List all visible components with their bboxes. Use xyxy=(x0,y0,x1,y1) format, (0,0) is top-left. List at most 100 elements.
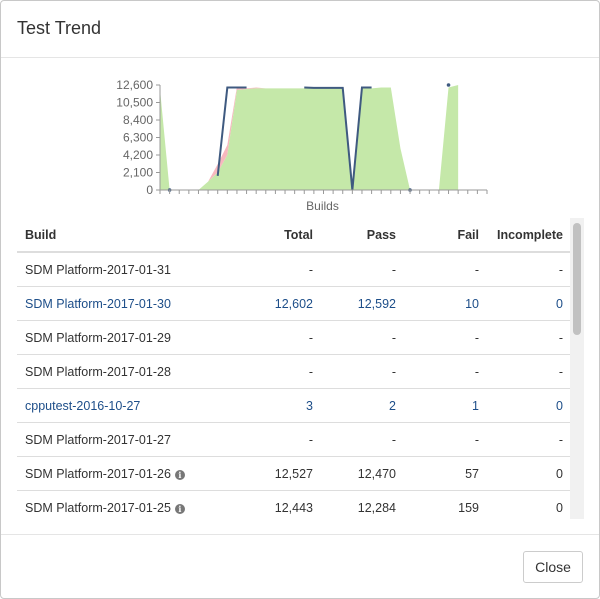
chart-y-axis: 12,600 10,500 8,400 6,300 4,200 2,100 0 xyxy=(116,78,161,197)
builds-table: Build Total Pass Fail Incomplete SDM Pla… xyxy=(17,218,571,519)
cell-incomplete: - xyxy=(487,251,571,287)
chart-plot-area xyxy=(160,83,459,192)
cell-incomplete-value: 0 xyxy=(556,466,563,481)
cell-fail: - xyxy=(404,251,487,287)
cell-fail[interactable]: 10 xyxy=(404,286,487,321)
cell-incomplete[interactable]: 0 xyxy=(487,388,571,423)
pass-area xyxy=(438,85,459,190)
cell-build-value[interactable]: SDM Platform-2017-01-30 xyxy=(25,297,171,311)
cell-fail: - xyxy=(404,422,487,457)
cell-total: - xyxy=(237,354,321,389)
cell-build[interactable]: cpputest-2016-10-27 xyxy=(17,388,237,423)
cell-build-value: SDM Platform-2017-01-26 xyxy=(25,466,171,481)
cell-incomplete-value: - xyxy=(558,330,563,345)
cell-fail: 57 xyxy=(404,456,487,491)
cell-build: SDM Platform-2017-01-26 i xyxy=(17,456,237,491)
cell-incomplete-value[interactable]: 0 xyxy=(556,399,563,413)
info-icon[interactable]: i xyxy=(174,503,185,514)
cell-fail-value: 57 xyxy=(465,466,479,481)
cell-pass: 12,470 xyxy=(321,456,404,491)
cell-incomplete: - xyxy=(487,422,571,457)
info-icon[interactable]: i xyxy=(174,469,185,480)
column-header-fail[interactable]: Fail xyxy=(404,218,487,253)
cell-pass-value: - xyxy=(391,262,396,277)
pass-area xyxy=(160,89,170,190)
cell-incomplete-value: - xyxy=(558,262,563,277)
y-tick-label: 6,300 xyxy=(123,131,153,145)
cell-incomplete-value: - xyxy=(558,364,563,379)
cell-build: SDM Platform-2017-01-29 xyxy=(17,320,237,355)
cell-total: - xyxy=(237,422,321,457)
trend-chart: 12,600 10,500 8,400 6,300 4,200 2,100 0 Builds xyxy=(1,71,599,216)
cell-incomplete: - xyxy=(487,354,571,389)
column-header-total[interactable]: Total xyxy=(237,218,321,253)
cell-build-value: SDM Platform-2017-01-31 xyxy=(25,262,171,277)
cell-total: 12,443 xyxy=(237,490,321,519)
cell-fail-value[interactable]: 10 xyxy=(465,297,479,311)
table-row: SDM Platform-2017-01-30 12,602 12,592 10 0 xyxy=(17,286,571,321)
cell-incomplete: - xyxy=(487,320,571,355)
dialog-footer: Close xyxy=(1,534,599,599)
cell-pass: - xyxy=(321,251,404,287)
cell-build-value[interactable]: cpputest-2016-10-27 xyxy=(25,399,140,413)
cell-total[interactable]: 3 xyxy=(237,388,321,423)
cell-incomplete: 0 xyxy=(487,456,571,491)
cell-build-value: SDM Platform-2017-01-29 xyxy=(25,330,171,345)
y-tick-label: 0 xyxy=(146,183,153,197)
cell-build[interactable]: SDM Platform-2017-01-30 xyxy=(17,286,237,321)
cell-fail: - xyxy=(404,320,487,355)
cell-build-value: SDM Platform-2017-01-28 xyxy=(25,364,171,379)
cell-total-value: - xyxy=(308,330,313,345)
cell-fail: - xyxy=(404,354,487,389)
builds-table-container[interactable]: Build Total Pass Fail Incomplete SDM Pla… xyxy=(17,218,585,519)
trend-chart-svg: 12,600 10,500 8,400 6,300 4,200 2,100 0 Builds xyxy=(116,78,488,213)
table-row: SDM Platform-2017-01-29 - - - - xyxy=(17,320,571,355)
cell-pass-value[interactable]: 2 xyxy=(389,399,396,413)
table-scrollbar[interactable] xyxy=(570,218,584,519)
cell-fail-value: 159 xyxy=(458,500,479,515)
column-header-pass[interactable]: Pass xyxy=(321,218,404,253)
cell-build: SDM Platform-2017-01-31 xyxy=(17,251,237,287)
table-scrollbar-thumb[interactable] xyxy=(573,223,581,335)
cell-pass-value: 12,470 xyxy=(357,466,396,481)
cell-build: SDM Platform-2017-01-27 xyxy=(17,422,237,457)
dialog-header: Test Trend xyxy=(1,1,599,58)
column-header-incomplete[interactable]: Incomplete xyxy=(487,218,571,253)
cell-total-value[interactable]: 12,602 xyxy=(275,297,313,311)
total-point xyxy=(446,83,451,87)
pass-area xyxy=(198,87,411,190)
cell-pass[interactable]: 12,592 xyxy=(321,286,404,321)
cell-fail-value[interactable]: 1 xyxy=(472,399,479,413)
column-header-build[interactable]: Build xyxy=(17,218,237,253)
cell-pass-value[interactable]: 12,592 xyxy=(358,297,396,311)
cell-pass-value: - xyxy=(391,330,396,345)
cell-incomplete[interactable]: 0 xyxy=(487,286,571,321)
cell-build-value: SDM Platform-2017-01-27 xyxy=(25,432,171,447)
cell-incomplete-value[interactable]: 0 xyxy=(556,297,563,311)
y-tick-label: 10,500 xyxy=(116,96,153,110)
cell-total[interactable]: 12,602 xyxy=(237,286,321,321)
cell-fail-value: - xyxy=(474,262,479,277)
cell-pass[interactable]: 2 xyxy=(321,388,404,423)
x-axis-title: Builds xyxy=(306,199,339,213)
cell-build: SDM Platform-2017-01-28 xyxy=(17,354,237,389)
cell-incomplete-value: 0 xyxy=(556,500,563,515)
cell-fail[interactable]: 1 xyxy=(404,388,487,423)
cell-pass: 12,284 xyxy=(321,490,404,519)
cell-pass: - xyxy=(321,422,404,457)
y-tick-label: 8,400 xyxy=(123,113,153,127)
cell-pass: - xyxy=(321,354,404,389)
cell-build-value: SDM Platform-2017-01-25 xyxy=(25,500,171,515)
dialog-title: Test Trend xyxy=(17,18,102,38)
cell-total-value: - xyxy=(308,262,313,277)
cell-total-value[interactable]: 3 xyxy=(306,399,313,413)
cell-fail: 159 xyxy=(404,490,487,519)
table-row: cpputest-2016-10-27 3 2 1 0 xyxy=(17,388,571,423)
cell-total-value: 12,443 xyxy=(274,500,313,515)
cell-pass-value: 12,284 xyxy=(357,500,396,515)
cell-pass-value: - xyxy=(391,364,396,379)
close-button[interactable]: Close xyxy=(523,551,583,583)
cell-total-value: - xyxy=(308,364,313,379)
cell-incomplete: 0 xyxy=(487,490,571,519)
chart-x-axis: Builds xyxy=(159,189,488,213)
